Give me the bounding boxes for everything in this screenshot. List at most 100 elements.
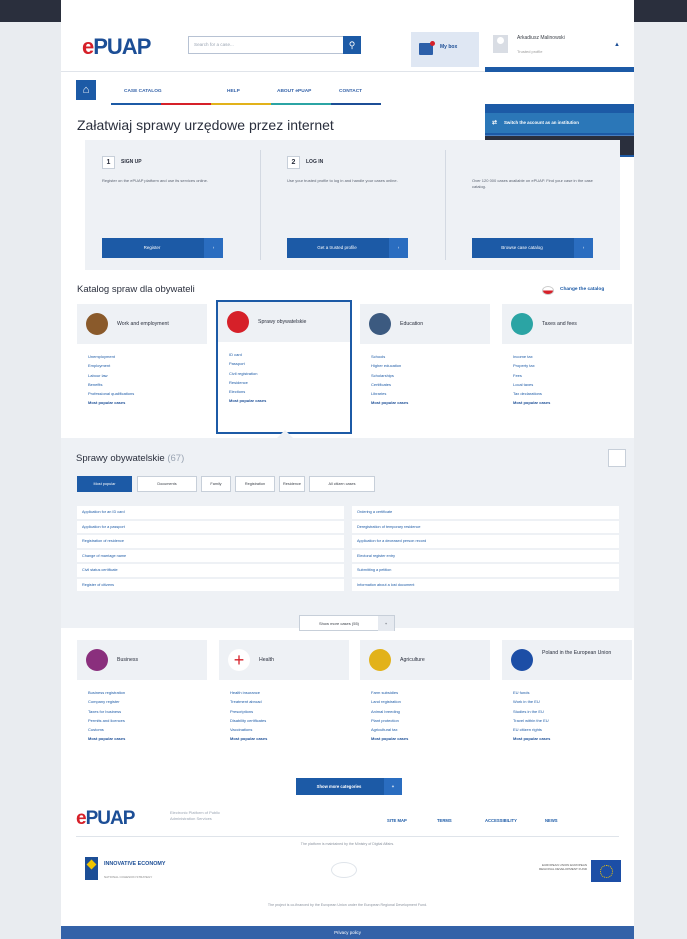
category-link[interactable]: Customs	[88, 725, 125, 734]
category-business[interactable]: Business Business registration Company r…	[77, 640, 207, 768]
show-more-cases-button[interactable]: Show more cases (55) +	[299, 615, 395, 631]
footer-link[interactable]: ACCESSIBILITY	[485, 818, 517, 823]
chevron-up-icon[interactable]: ▲	[614, 42, 620, 48]
popular-link[interactable]: Most popular cases	[88, 734, 125, 743]
filter-tab[interactable]: Most popular	[77, 476, 132, 492]
category-link[interactable]: Farm subsidies	[371, 688, 408, 697]
category-link[interactable]: Work in the EU	[513, 697, 550, 706]
category-link[interactable]: Fees	[513, 371, 550, 380]
browse-catalog-button[interactable]: Browse case catalog ›	[472, 238, 593, 258]
category-link[interactable]: Local taxes	[513, 380, 550, 389]
category-link[interactable]: Studies in the EU	[513, 707, 550, 716]
category-link[interactable]: Prescriptions	[230, 707, 267, 716]
category-link[interactable]: Plant protection	[371, 716, 408, 725]
case-link[interactable]: Information about a lost document	[352, 578, 619, 591]
category-link[interactable]: Schools	[371, 352, 408, 361]
category-link[interactable]: Disability certificates	[230, 716, 267, 725]
filter-tab[interactable]: Documents	[137, 476, 197, 492]
nav-item-about[interactable]: ABOUT ePUAP	[277, 89, 311, 94]
dropdown-item-switch-institution[interactable]: ⇄ Switch the account as an institution	[485, 113, 634, 133]
nav-item-contact[interactable]: CONTACT	[339, 89, 362, 94]
my-box-button[interactable]: My box	[411, 32, 479, 67]
category-link[interactable]: Income tax	[513, 352, 550, 361]
popular-link[interactable]: Most popular cases	[371, 398, 408, 407]
case-link[interactable]: Submitting a petition	[352, 564, 619, 577]
case-link[interactable]: Civil status certificate	[77, 564, 344, 577]
category-link[interactable]: Business registration	[88, 688, 125, 697]
category-link[interactable]: Property tax	[513, 361, 550, 370]
category-link[interactable]: Certificates	[371, 380, 408, 389]
category-link[interactable]: Elections	[229, 387, 266, 396]
category-link[interactable]: Vaccinations	[230, 725, 267, 734]
filter-tab[interactable]: All citizen cases	[309, 476, 375, 492]
category-education[interactable]: Education Schools Higher education Schol…	[360, 304, 490, 432]
category-link[interactable]: Taxes for business	[88, 707, 125, 716]
epuap-logo[interactable]: ePUAP	[82, 34, 151, 60]
case-link[interactable]: Application for a deceased person record	[352, 535, 619, 548]
category-taxes[interactable]: Taxes and fees Income tax Property tax F…	[502, 304, 632, 432]
category-link[interactable]: Agricultural tax	[371, 725, 408, 734]
category-link[interactable]: Libraries	[371, 389, 408, 398]
case-link[interactable]: Ordering a certificate	[352, 506, 619, 519]
category-link[interactable]: EU citizen rights	[513, 725, 550, 734]
case-link[interactable]: Change of marriage name	[77, 549, 344, 562]
popular-link[interactable]: Most popular cases	[513, 734, 550, 743]
footer-link[interactable]: NEWS	[545, 818, 558, 823]
popular-link[interactable]: Most popular cases	[229, 396, 266, 405]
category-link[interactable]: Scholarships	[371, 371, 408, 380]
case-link[interactable]: Deregistration of temporary residence	[352, 520, 619, 533]
category-link[interactable]: Professional qualifications	[88, 389, 134, 398]
category-link[interactable]: Higher education	[371, 361, 408, 370]
popular-link[interactable]: Most popular cases	[88, 398, 134, 407]
category-health[interactable]: + Health Health insurance Treatment abro…	[219, 640, 349, 768]
category-link[interactable]: EU funds	[513, 688, 550, 697]
category-link[interactable]: Passport	[229, 359, 266, 368]
nav-item-help[interactable]: HELP	[227, 89, 240, 94]
case-link[interactable]: Registration of residence	[77, 535, 344, 548]
category-link[interactable]: ID card	[229, 350, 266, 359]
category-link[interactable]: Benefits	[88, 380, 134, 389]
nav-item-catalog[interactable]: CASE CATALOG	[124, 89, 162, 94]
home-button[interactable]: ⌂	[76, 80, 96, 100]
category-link[interactable]: Land registration	[371, 697, 408, 706]
trusted-profile-button[interactable]: Get a trusted profile ›	[287, 238, 408, 258]
category-link[interactable]: Travel within the EU	[513, 716, 550, 725]
category-link[interactable]: Labour law	[88, 371, 134, 380]
category-link[interactable]: Tax declarations	[513, 389, 550, 398]
register-button[interactable]: Register ›	[102, 238, 223, 258]
popular-link[interactable]: Most popular cases	[371, 734, 408, 743]
category-link[interactable]: Company register	[88, 697, 125, 706]
footer-link[interactable]: SITE MAP	[387, 818, 407, 823]
category-citizen[interactable]: Sprawy obywatelskie ID card Passport Civ…	[216, 300, 352, 434]
close-panel-button[interactable]	[608, 449, 626, 467]
filter-tab[interactable]: Family	[201, 476, 231, 492]
category-link[interactable]: Health insurance	[230, 688, 267, 697]
filter-tab[interactable]: Residence	[279, 476, 305, 492]
user-menu[interactable]: Arkadiusz Malinowski Trusted profile ▲	[484, 25, 634, 67]
category-work[interactable]: Work and employment Unemployment Employm…	[77, 304, 207, 432]
filter-tab[interactable]: Registration	[235, 476, 275, 492]
privacy-policy-link[interactable]: Privacy policy	[334, 930, 361, 935]
case-link[interactable]: Application for a passport	[77, 520, 344, 533]
privacy-policy-bar[interactable]: Privacy policy	[61, 926, 634, 939]
case-link[interactable]: Application for an ID card	[77, 506, 344, 519]
category-link[interactable]: Unemployment	[88, 352, 134, 361]
category-link[interactable]: Civil registration	[229, 369, 266, 378]
category-link[interactable]: Animal breeding	[371, 707, 408, 716]
category-eu[interactable]: Poland in the European Union EU funds Wo…	[502, 640, 632, 768]
category-link[interactable]: Treatment abroad	[230, 697, 267, 706]
show-more-categories-button[interactable]: Show more categories +	[296, 778, 402, 795]
footer-logo[interactable]: ePUAP	[76, 808, 135, 830]
case-link[interactable]: Register of citizens	[77, 578, 344, 591]
footer-link[interactable]: TERMS	[437, 818, 452, 823]
category-link[interactable]: Residence	[229, 378, 266, 387]
popular-link[interactable]: Most popular cases	[230, 734, 267, 743]
search-input[interactable]: Search for a case...	[188, 36, 344, 54]
case-link[interactable]: Electoral register entry	[352, 549, 619, 562]
category-link[interactable]: Employment	[88, 361, 134, 370]
category-agriculture[interactable]: Agriculture Farm subsidies Land registra…	[360, 640, 490, 768]
change-catalog-link[interactable]: Change the catalog	[542, 283, 628, 297]
popular-link[interactable]: Most popular cases	[513, 398, 550, 407]
category-link[interactable]: Permits and licences	[88, 716, 125, 725]
search-button[interactable]: ⚲	[343, 36, 361, 54]
